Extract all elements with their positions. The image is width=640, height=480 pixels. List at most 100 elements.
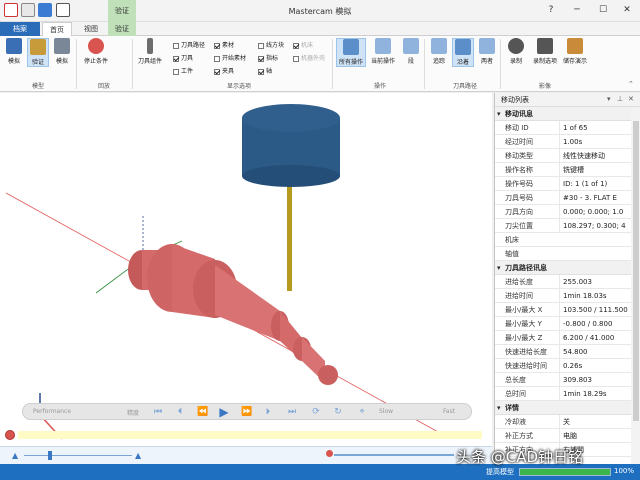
checkbox-tool[interactable]: 刀具 xyxy=(173,53,193,62)
title-bar: 验证 Mastercam 模拟 ? ─ ☐ ✕ xyxy=(0,0,640,22)
skip-end-icon[interactable]: ⏭ xyxy=(287,407,297,417)
group-label-toolpath: 刀具路径 xyxy=(452,83,477,90)
tab-view[interactable]: 视图 xyxy=(78,22,104,36)
zoom-slider-thumb[interactable] xyxy=(48,451,52,460)
pin-icon[interactable]: ⌖ xyxy=(357,407,367,417)
checkbox-indicator[interactable]: 指标 xyxy=(258,53,278,62)
verify-icon xyxy=(30,39,46,55)
panel-close-icon[interactable]: ✕ xyxy=(628,95,634,103)
save-demo-button[interactable]: 储存演示 xyxy=(561,38,589,65)
quick-access-icon[interactable] xyxy=(21,3,35,17)
watermark-text: 头条 @CAD钟日铭 xyxy=(456,448,584,466)
ribbon: 模拟 验证 模拟 模型 停止条件 回放 刀具组件 刀具路径 刀具 工件 素材 开… xyxy=(0,36,640,92)
segment-slider[interactable] xyxy=(334,454,454,456)
skip-start-icon[interactable]: ⏮ xyxy=(153,407,163,417)
loop-icon[interactable]: ⟳ xyxy=(311,407,321,417)
checkbox-machine-housing[interactable]: 机器外壳 xyxy=(293,53,325,62)
minimize-button[interactable]: ─ xyxy=(568,2,586,18)
step-back-icon[interactable]: ⏴ xyxy=(175,407,185,417)
help-icon[interactable]: ? xyxy=(542,2,560,18)
property-row: 移动 ID 1 of 65 xyxy=(495,121,631,135)
tab-file[interactable]: 档案 xyxy=(0,22,40,36)
simulate-button[interactable]: 模拟 xyxy=(3,38,25,65)
property-row: 总长度 309.803 xyxy=(495,373,631,387)
record-button[interactable]: 录制 xyxy=(505,38,527,65)
panel-menu-icon[interactable]: ▾ xyxy=(607,95,611,103)
property-row: 刀尖位置 108.297; 0.300; 4 xyxy=(495,219,631,233)
all-operations-button[interactable]: 所有操作 xyxy=(336,38,366,67)
close-button[interactable]: ✕ xyxy=(618,2,636,18)
property-row: 进给长度 255.003 xyxy=(495,275,631,289)
zoom-slider[interactable] xyxy=(24,455,132,456)
checkbox-toolpath[interactable]: 刀具路径 xyxy=(173,40,205,49)
mastercam-logo-icon[interactable] xyxy=(4,3,18,17)
viewport[interactable] xyxy=(0,93,492,455)
property-row: 最小/最大 X 103.500 / 111.500 xyxy=(495,303,631,317)
property-row: 进给时间 1min 18.03s xyxy=(495,289,631,303)
fast-forward-icon[interactable]: ⏩ xyxy=(241,407,252,417)
pointer-icon[interactable] xyxy=(38,3,52,17)
maximize-button[interactable]: ☐ xyxy=(594,2,612,18)
tool-combo-button[interactable]: 刀具组件 xyxy=(136,38,164,65)
group-label-display: 显示选项 xyxy=(226,83,251,90)
group-label-model: 模型 xyxy=(31,83,44,90)
collapse-ribbon-icon[interactable]: ⌃ xyxy=(628,80,634,88)
progress-fill xyxy=(520,469,610,475)
checkbox-stock[interactable]: 素材 xyxy=(214,40,234,49)
precision-label: 精度 xyxy=(127,410,140,417)
zoom-in-icon[interactable]: ▲ xyxy=(135,451,141,460)
context-tab-header: 验证 xyxy=(108,0,136,22)
property-row: 补正方式 电脑 xyxy=(495,429,631,443)
property-row: 移动类型 线性快速移动 xyxy=(495,149,631,163)
tab-verify[interactable]: 验证 xyxy=(108,22,136,36)
follow-button[interactable]: 沿着 xyxy=(452,38,474,67)
checkbox-box xyxy=(214,55,220,62)
property-row: 总时间 1min 18.29s xyxy=(495,387,631,401)
trace-button[interactable]: 追踪 xyxy=(428,38,450,65)
slow-label: Slow xyxy=(379,408,394,415)
both-button[interactable]: 两者 xyxy=(476,38,498,65)
section-move-info[interactable]: 移动讯息 xyxy=(495,107,631,121)
simulate2-button[interactable]: 模拟 xyxy=(51,38,73,65)
checkbox-box xyxy=(258,68,264,75)
record-options-button[interactable]: 录制选项 xyxy=(531,38,559,65)
progress-bar xyxy=(519,468,611,476)
section-details[interactable]: 详情 xyxy=(495,401,631,415)
playback-bar: Performance 精度 ⏮ ⏴ ⏪ ▶ ⏩ ⏵ ⏭ ⟳ ↻ ⌖ Slow … xyxy=(22,403,472,420)
property-row: 经过时间 1.00s xyxy=(495,135,631,149)
checkbox-fixture[interactable]: 夹具 xyxy=(214,66,234,75)
checkbox-machine[interactable]: 机床 xyxy=(293,40,313,49)
current-operation-button[interactable]: 当前操作 xyxy=(368,38,398,65)
repeat-icon[interactable]: ↻ xyxy=(333,407,343,417)
checkbox-workpiece[interactable]: 工件 xyxy=(173,66,193,75)
marker-icon[interactable] xyxy=(326,450,333,457)
property-row: 最小/最大 Y -0.800 / 0.800 xyxy=(495,317,631,331)
property-row: 刀具方向 0.000; 0.000; 1.0 xyxy=(495,205,631,219)
play-icon[interactable]: ▶ xyxy=(219,406,229,418)
segment-button[interactable]: 段 xyxy=(400,38,422,65)
verify-button[interactable]: 验证 xyxy=(27,38,49,67)
step-forward-icon[interactable]: ⏵ xyxy=(263,407,273,417)
stop-condition-button[interactable]: 停止条件 xyxy=(82,38,110,65)
scrollbar-thumb[interactable] xyxy=(633,121,639,421)
record-icon xyxy=(508,38,524,54)
monitor-icon[interactable] xyxy=(56,3,70,17)
rewind-icon[interactable]: ⏪ xyxy=(197,407,208,417)
record-indicator-icon[interactable] xyxy=(5,430,15,440)
checkbox-axes[interactable]: 轴 xyxy=(258,66,272,75)
checkbox-wireframe[interactable]: 线方块 xyxy=(258,40,284,49)
all-operations-icon xyxy=(343,39,359,55)
zoom-out-icon[interactable]: ▲ xyxy=(12,451,18,460)
pin-icon[interactable]: ⊥ xyxy=(617,95,623,103)
record-options-icon xyxy=(537,38,553,54)
fast-label: Fast xyxy=(443,408,456,415)
panel-scrollbar[interactable] xyxy=(631,107,640,464)
timeline-bar[interactable] xyxy=(18,431,482,439)
tab-home[interactable]: 首页 xyxy=(42,22,72,36)
checkbox-initial-stock[interactable]: 开始素材 xyxy=(214,53,246,62)
section-toolpath-info[interactable]: 刀具路径讯息 xyxy=(495,261,631,275)
checkbox-box xyxy=(173,55,179,62)
trace-icon xyxy=(431,38,447,54)
checkbox-box xyxy=(173,68,179,75)
segment-icon xyxy=(403,38,419,54)
